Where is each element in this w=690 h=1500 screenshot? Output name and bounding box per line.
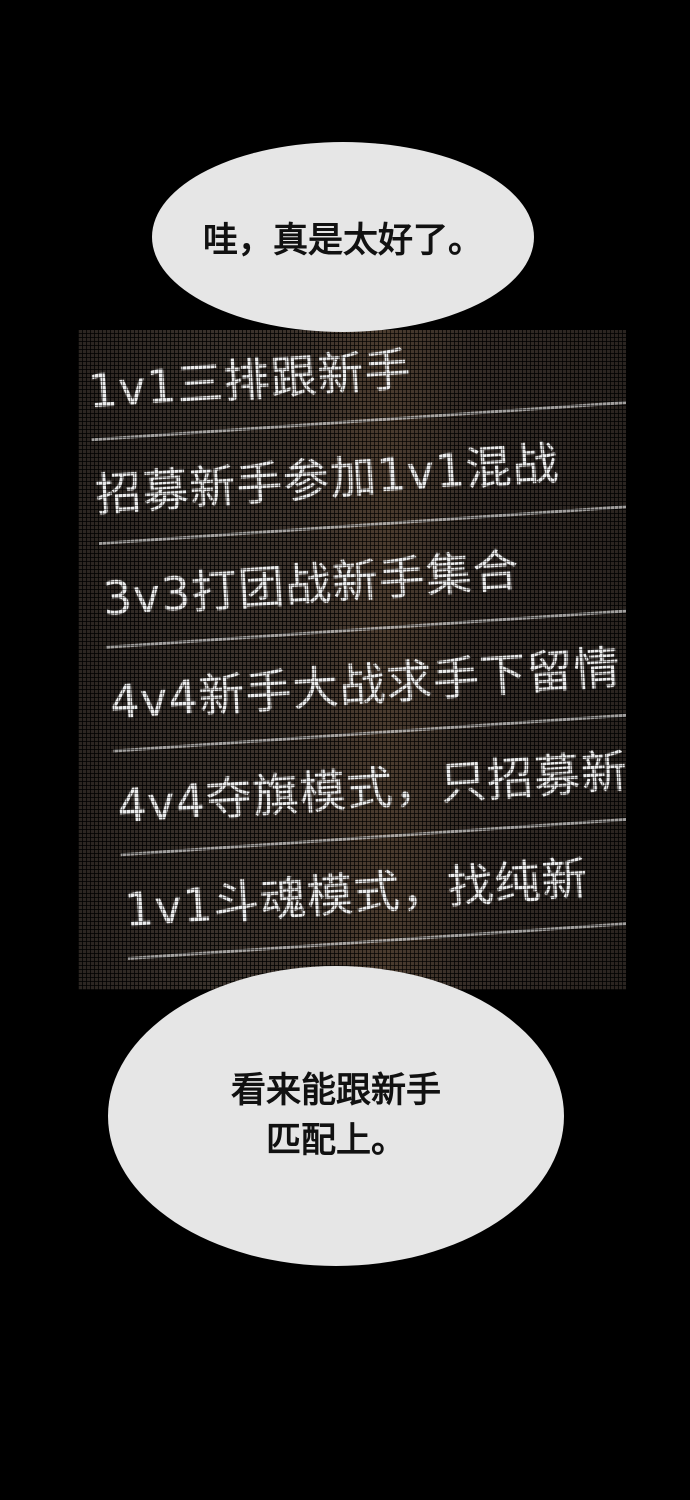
- lobby-row-label: 1v1三排跟新手: [86, 341, 414, 418]
- game-lobby-screen: 1v1三排跟新手 招募新手参加1v1混战 3v3打团战新手集合 4v4新手大战求…: [78, 330, 626, 990]
- speech-bubble-bottom-line1: 看来能跟新手: [230, 1071, 441, 1111]
- lobby-list: 1v1三排跟新手 招募新手参加1v1混战 3v3打团战新手集合 4v4新手大战求…: [78, 330, 626, 990]
- speech-bubble-bottom: 看来能跟新手 匹配上。: [108, 966, 564, 1266]
- speech-bubble-top-text: 哇，真是太好了。: [202, 220, 483, 261]
- lobby-row-label: 1v1斗魂模式，找纯新: [122, 850, 591, 937]
- speech-bubble-bottom-line2: 匹配上。: [265, 1121, 406, 1161]
- lobby-row-label: 4v4新手大战求手下留情: [108, 639, 623, 730]
- speech-bubble-top: 哇，真是太好了。: [152, 142, 534, 332]
- lobby-row-label: 4v4夺旗模式，只招募新: [115, 743, 626, 833]
- lobby-row-label: 3v3打团战新手集合: [100, 542, 522, 626]
- lobby-row-label: 招募新手参加1v1混战: [93, 435, 562, 522]
